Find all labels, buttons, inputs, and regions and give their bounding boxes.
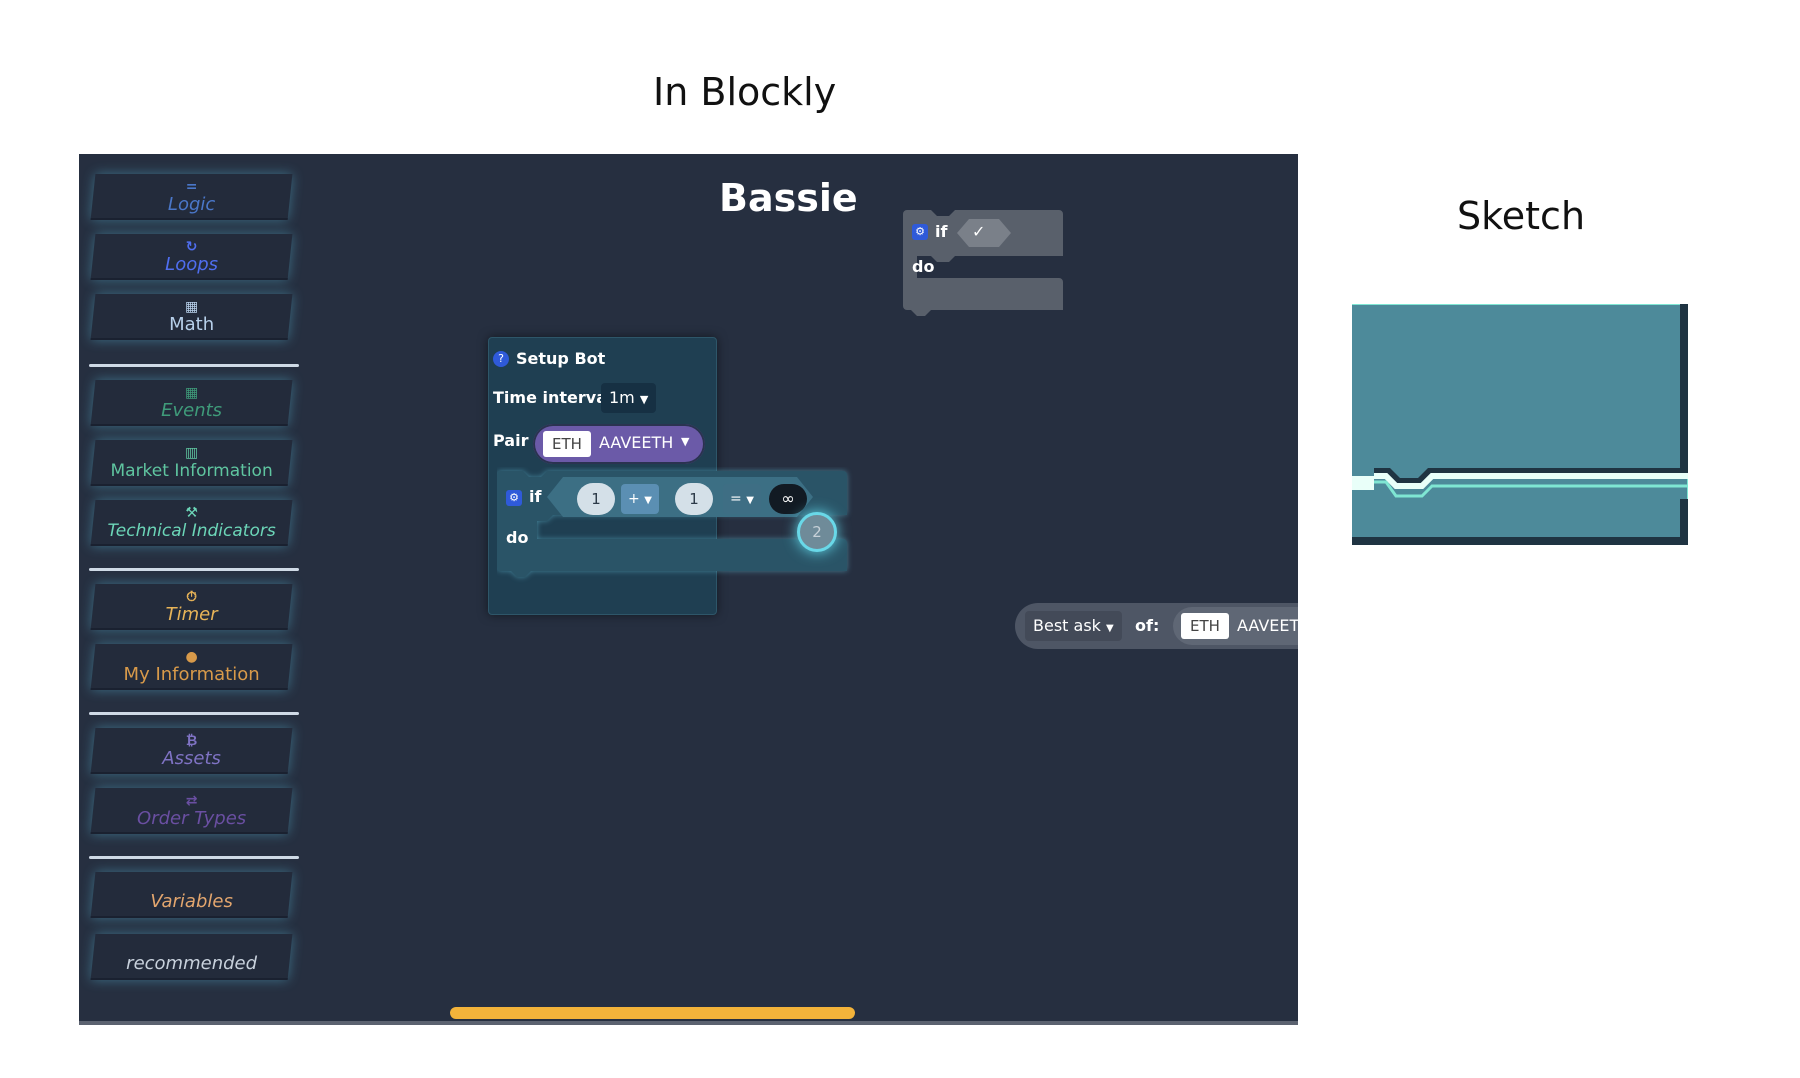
category-divider (89, 364, 299, 367)
category-label: Order Types (137, 807, 247, 829)
category-assets[interactable]: ₿ Assets (90, 728, 293, 774)
category-label: Technical Indicators (107, 520, 276, 541)
pair-label: Pair (493, 431, 529, 450)
category-variables[interactable]: Variables (90, 872, 293, 918)
of-label: of: (1135, 616, 1160, 635)
comparison-value: = (730, 491, 742, 507)
chevron-down-icon: ▼ (644, 495, 652, 506)
category-recommended[interactable]: recommended (90, 934, 293, 980)
best-ask-value: Best ask (1033, 616, 1101, 635)
category-events[interactable]: ▦ Events (90, 380, 293, 426)
bar-chart-icon: ▥ (184, 444, 199, 461)
category-label: Math (169, 313, 215, 335)
category-label: Timer (165, 603, 218, 625)
chevron-down-icon: ▼ (681, 435, 690, 448)
workspace-bottom-edge (79, 1021, 1298, 1025)
in-blockly-heading: In Blockly (653, 70, 837, 114)
time-interval-label: Time interval (493, 388, 613, 407)
wrench-icon: ⚒ (185, 504, 198, 521)
gear-icon[interactable]: ⚙ (506, 490, 522, 506)
pair-selector[interactable]: ETH AAVEETH ▼ (533, 424, 705, 464)
help-icon[interactable]: ? (493, 351, 509, 367)
category-my-information[interactable]: ● My Information (90, 644, 293, 690)
setup-bot-title: Setup Bot (516, 349, 606, 368)
if-label: if (935, 222, 948, 241)
category-label: Market Information (110, 460, 273, 481)
category-label: Loops (165, 253, 219, 275)
category-logic[interactable]: = Logic (90, 174, 293, 220)
category-math[interactable]: ▦ Math (90, 294, 293, 340)
category-label: Logic (167, 193, 216, 215)
left-operand[interactable]: 1 (577, 483, 615, 515)
check-icon[interactable]: ✓ (972, 222, 985, 241)
operator-dropdown[interactable]: + ▼ (621, 484, 659, 514)
swap-arrows-icon: ⇄ (185, 792, 198, 809)
best-ask-block[interactable]: Best ask ▼ of: ETH AAVEETH (1015, 603, 1298, 649)
chevron-down-icon: ▼ (746, 495, 754, 506)
category-order-types[interactable]: ⇄ Order Types (90, 788, 293, 834)
stopwatch-icon: ⏱ (186, 588, 198, 605)
blockly-workspace[interactable]: Bassie = Logic ↻ Loops ▦ Math ▦ Events ▥… (79, 154, 1298, 1025)
time-interval-dropdown[interactable]: 1m ▼ (601, 383, 657, 413)
category-technical-indicators[interactable]: ⚒ Technical Indicators (90, 500, 293, 546)
category-timer[interactable]: ⏱ Timer (90, 584, 293, 630)
category-divider (89, 568, 299, 571)
calendar-icon: ▦ (184, 384, 199, 401)
category-market-information[interactable]: ▥ Market Information (90, 440, 293, 486)
horizontal-scrollbar[interactable] (450, 1007, 855, 1019)
comparison-dropdown[interactable]: = ▼ (723, 484, 761, 514)
chevron-down-icon: ▼ (1106, 623, 1114, 634)
inner-if-block[interactable]: ⚙ if 1 + ▼ 1 = ▼ ∞ 2 do (497, 467, 847, 581)
category-label: My Information (123, 663, 260, 685)
calculator-icon: ▦ (184, 298, 199, 315)
best-ask-dropdown[interactable]: Best ask ▼ (1025, 611, 1122, 641)
user-icon: ● (185, 648, 198, 665)
category-loops[interactable]: ↻ Loops (90, 234, 293, 280)
best-ask-pair[interactable]: ETH AAVEETH (1173, 607, 1298, 645)
bitcoin-icon: ₿ (185, 732, 198, 749)
chevron-down-icon: ▼ (639, 393, 649, 406)
sketch-block-illustration (1352, 304, 1688, 545)
equals-icon: = (185, 178, 198, 195)
sketch-heading: Sketch (1457, 194, 1586, 238)
pair-value: AAVEETH (1237, 616, 1298, 635)
pair-base-chip: ETH (1181, 613, 1229, 639)
pair-base-chip: ETH (543, 431, 591, 457)
category-label: Events (161, 399, 223, 421)
if-label: if (529, 487, 542, 506)
category-label: Variables (150, 891, 233, 912)
loop-arrow-icon: ↻ (185, 238, 198, 255)
do-label: do (912, 257, 935, 276)
pair-value: AAVEETH (599, 433, 674, 452)
time-interval-value: 1m (609, 388, 635, 407)
compare-value[interactable]: ∞ (769, 484, 807, 514)
gear-icon[interactable]: ⚙ (912, 224, 928, 240)
category-label: recommended (126, 953, 258, 974)
category-divider (89, 712, 299, 715)
do-label: do (506, 528, 529, 547)
workspace-title: Bassie (719, 176, 858, 220)
right-operand[interactable]: 1 (675, 483, 713, 515)
category-divider (89, 856, 299, 859)
category-label: Assets (162, 747, 221, 769)
operator-value: + (628, 491, 640, 507)
result-bubble: 2 (797, 512, 837, 552)
